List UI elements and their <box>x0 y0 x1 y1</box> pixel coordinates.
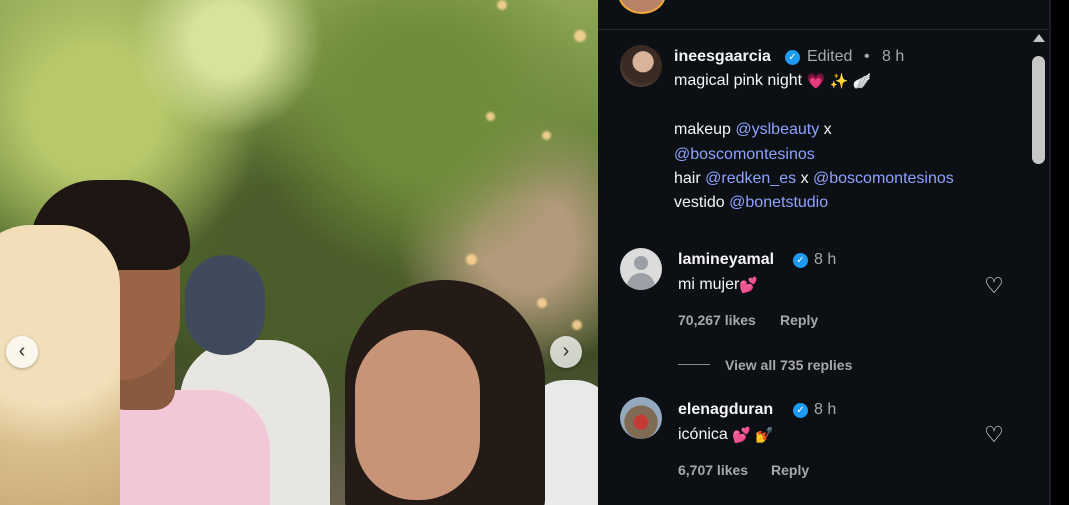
edited-label: Edited <box>807 48 853 65</box>
background-person-cap <box>185 255 265 355</box>
caption-author[interactable]: ineesgaarcia <box>674 48 771 66</box>
comment-author[interactable]: elenagduran <box>678 401 773 419</box>
avatar-placeholder-body <box>627 273 655 290</box>
comment-likes[interactable]: 6,707 likes <box>678 462 748 478</box>
two-hearts-emoji: 💕 <box>739 276 759 294</box>
bokeh-light <box>486 112 495 121</box>
nail-polish-emoji: 💅 <box>755 426 775 444</box>
comment-text: mi mujer💕 <box>678 276 758 294</box>
woman-face <box>355 330 480 500</box>
avatar-placeholder-head <box>634 256 648 270</box>
makeup-label: makeup <box>674 121 731 138</box>
avatar-elenagduran[interactable] <box>620 397 662 439</box>
verified-badge-icon: ✓ <box>793 403 808 418</box>
divider <box>598 29 1051 30</box>
bokeh-light <box>542 131 551 140</box>
bokeh-light <box>574 30 586 42</box>
verified-badge-icon: ✓ <box>785 50 800 65</box>
comment-body: mi mujer <box>678 276 740 293</box>
sparkles-emoji: ✨ <box>829 72 849 90</box>
bokeh-light <box>466 254 477 265</box>
meta-dot: • <box>864 48 870 65</box>
header-avatar[interactable] <box>618 0 666 14</box>
comment-text: icónica 💕 💅 <box>678 426 774 444</box>
view-replies-button[interactable]: View all 735 replies <box>725 357 852 373</box>
pink-heart-emoji: 💗 <box>806 72 826 90</box>
caption-makeup-line: makeup @yslbeauty x <box>674 121 832 139</box>
scrollbar-thumb[interactable] <box>1032 56 1045 164</box>
comment-time[interactable]: 8 h <box>814 401 836 419</box>
caption-line-1: magical pink night 💗 ✨ 🪽 <box>674 72 872 90</box>
caption-makeup-line-2: @boscomontesinos <box>674 146 815 164</box>
window-edge <box>1051 0 1069 505</box>
hair-label: hair <box>674 170 701 187</box>
mention-yslbeauty[interactable]: @yslbeauty <box>735 121 819 138</box>
vestido-label: vestido <box>674 194 725 211</box>
bokeh-light <box>497 0 507 10</box>
previous-photo-button[interactable]: ‹ <box>6 336 38 368</box>
caption-time[interactable]: 8 h <box>882 48 904 66</box>
post-photo: ‹ › <box>0 0 598 505</box>
mention-boscomontesinos[interactable]: @boscomontesinos <box>674 146 815 163</box>
comments-panel: ineesgaarcia ✓ Edited • 8 h magical pink… <box>598 0 1051 505</box>
scroll-up-arrow-icon[interactable] <box>1033 34 1045 42</box>
x-separator: x <box>823 121 832 138</box>
x-separator: x <box>800 170 809 187</box>
wing-emoji: 🪽 <box>852 72 872 90</box>
chevron-right-icon: › <box>562 340 570 362</box>
caption-text: magical pink night <box>674 72 803 89</box>
mention-boscomontesinos[interactable]: @boscomontesinos <box>813 170 954 187</box>
caption-hair-line: hair @redken_es x @boscomontesinos <box>674 170 954 188</box>
two-hearts-emoji: 💕 <box>732 426 751 444</box>
avatar-ineesgaarcia[interactable] <box>620 45 662 87</box>
heart-outline-icon[interactable]: ♡ <box>983 275 1005 297</box>
mention-redken-es[interactable]: @redken_es <box>705 170 796 187</box>
avatar-lamineyamal[interactable] <box>620 248 662 290</box>
heart-outline-icon[interactable]: ♡ <box>983 424 1005 446</box>
bokeh-light <box>572 320 582 330</box>
mention-bonetstudio[interactable]: @bonetstudio <box>729 194 828 211</box>
comment-body: icónica <box>678 426 728 443</box>
comment-author[interactable]: lamineyamal <box>678 251 774 269</box>
bokeh-light <box>537 298 547 308</box>
comment-time[interactable]: 8 h <box>814 251 836 269</box>
comment-likes[interactable]: 70,267 likes <box>678 312 756 328</box>
next-photo-button[interactable]: › <box>550 336 582 368</box>
caption-vestido-line: vestido @bonetstudio <box>674 194 828 212</box>
replies-divider <box>678 364 710 365</box>
chevron-left-icon: ‹ <box>18 340 26 362</box>
verified-badge-icon: ✓ <box>793 253 808 268</box>
reply-button[interactable]: Reply <box>771 462 809 478</box>
reply-button[interactable]: Reply <box>780 312 818 328</box>
